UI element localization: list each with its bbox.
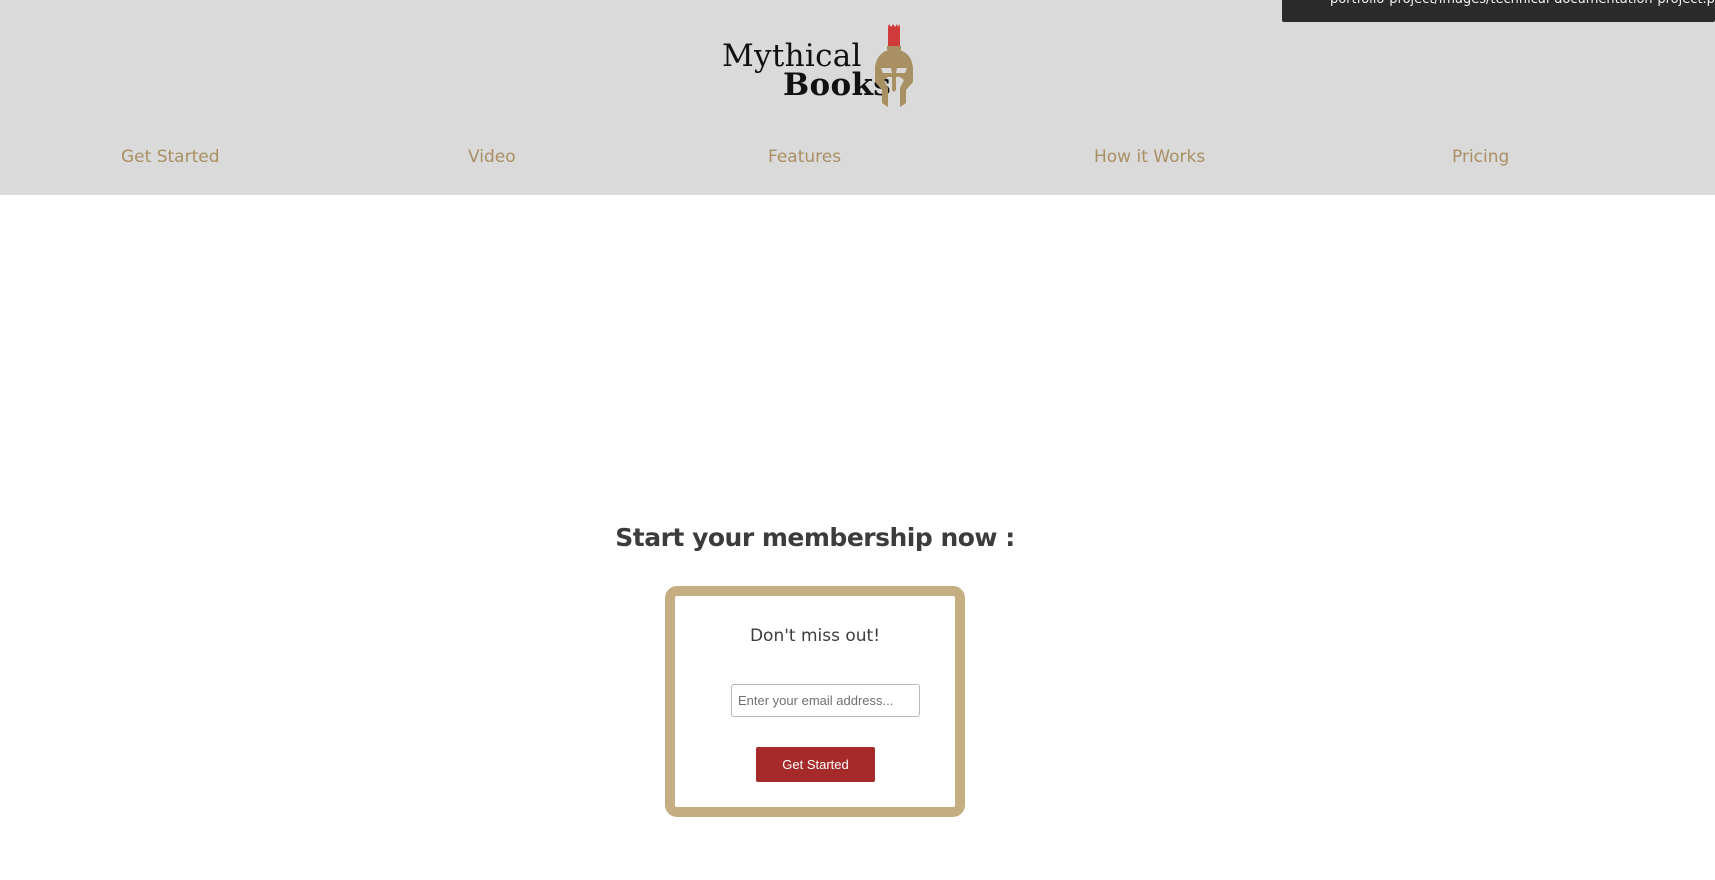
nav-item-get-started[interactable]: Get Started [121,147,219,167]
link-url-tooltip: portfolio-project/images/technical-docum… [1282,0,1715,22]
nav-item-features[interactable]: Features [768,147,841,167]
logo[interactable]: Mythical Books [720,20,915,110]
nav-item-video[interactable]: Video [468,147,516,167]
membership-title: Start your membership now : [615,523,1015,552]
spartan-helmet-icon [875,24,913,107]
logo-text: Mythical Books [722,41,891,103]
site-header: Mythical Books Get Started Video Feature… [0,0,1715,195]
email-input[interactable] [731,684,920,717]
signup-box: Don't miss out! Get Started [665,586,965,817]
get-started-button[interactable]: Get Started [756,747,875,782]
main-nav: Get Started Video Features How it Works … [0,147,1715,173]
signup-heading: Don't miss out! [749,626,881,646]
logo-text-line2: Books [783,67,891,103]
page: Mythical Books Get Started Video Feature… [0,0,1715,880]
nav-item-how-it-works[interactable]: How it Works [1094,147,1205,167]
nav-item-pricing[interactable]: Pricing [1452,147,1509,167]
